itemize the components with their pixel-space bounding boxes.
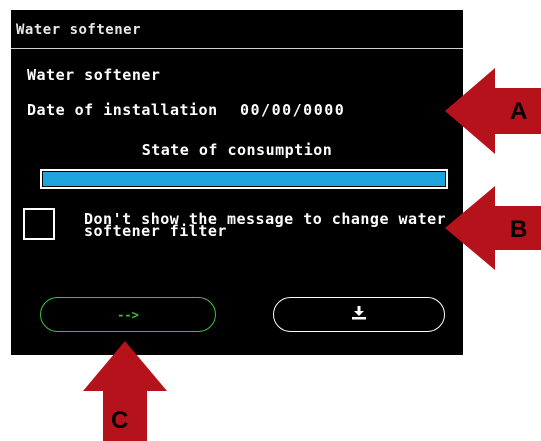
next-button[interactable]: -->	[40, 297, 216, 332]
download-icon	[351, 305, 367, 324]
installation-date-value: 00/00/0000	[240, 101, 346, 119]
consumption-progress-fill	[43, 172, 445, 186]
consumption-label: State of consumption	[141, 141, 333, 159]
page-heading: Water softener	[27, 66, 161, 84]
installation-date-label: Date of installation	[27, 101, 218, 119]
annotation-label-b: B	[510, 216, 528, 243]
download-button[interactable]	[273, 297, 445, 332]
hide-message-checkbox-label: Don't show the message to change water s…	[84, 210, 447, 240]
annotation-label-a: A	[510, 98, 528, 125]
annotation-label-c: C	[111, 407, 129, 434]
device-screen: Water softener Water softener Date of in…	[11, 10, 463, 355]
window-title: Water softener	[16, 22, 142, 38]
next-button-label: -->	[117, 307, 139, 322]
consumption-progress-bar	[40, 169, 448, 189]
hide-message-checkbox[interactable]	[23, 208, 55, 240]
title-bar: Water softener	[11, 10, 463, 48]
title-divider	[11, 48, 463, 49]
